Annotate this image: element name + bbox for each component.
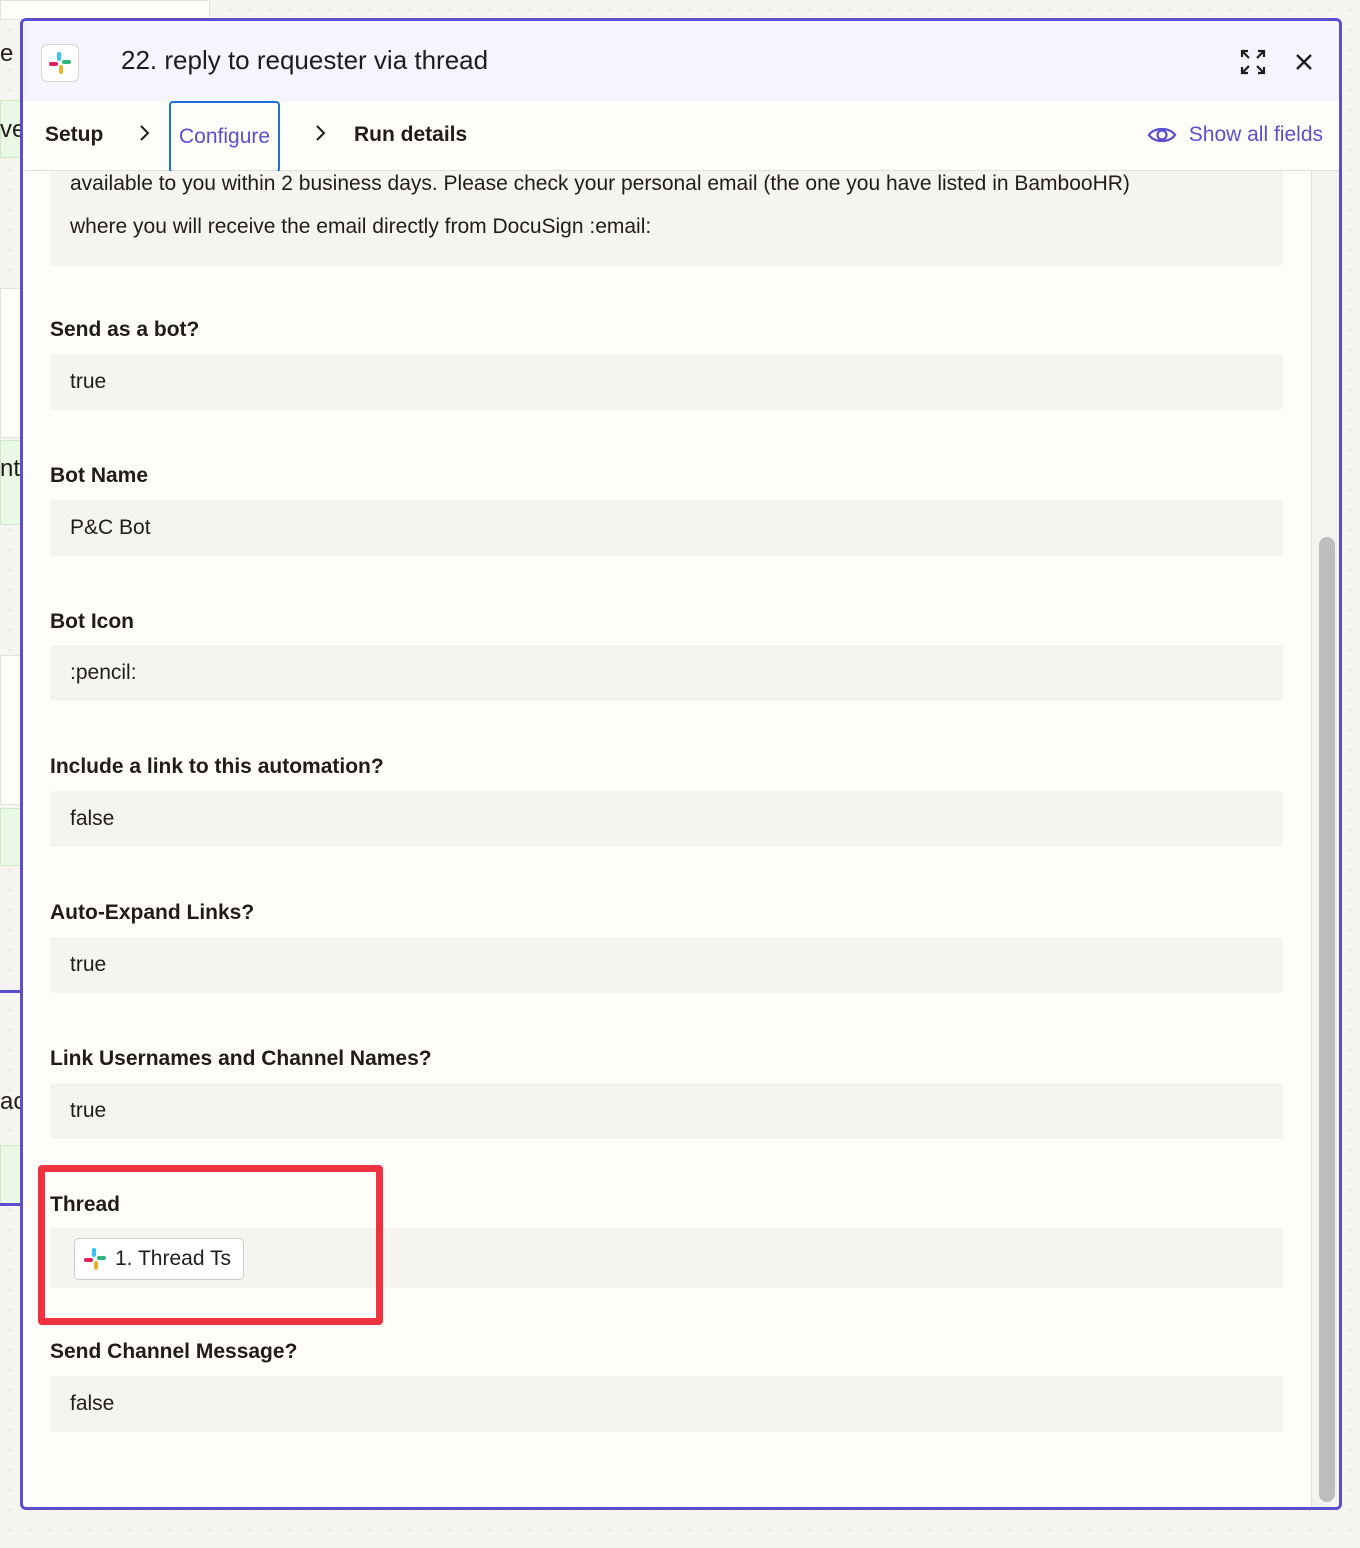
field-value: true xyxy=(70,953,107,976)
bot-icon-field[interactable]: :pencil: xyxy=(50,645,1283,701)
field-value: false xyxy=(70,1392,115,1415)
link-usernames-field[interactable]: true xyxy=(50,1083,1283,1139)
field-label-link-usernames: Link Usernames and Channel Names? xyxy=(50,1047,432,1070)
field-label-send-channel-message: Send Channel Message? xyxy=(50,1340,298,1363)
message-text-line: where you will receive the email directl… xyxy=(70,215,652,238)
field-label-include-link: Include a link to this automation? xyxy=(50,755,384,778)
step-panel: 22. reply to requester via thread Setup … xyxy=(20,18,1342,1510)
expand-icon[interactable] xyxy=(1236,45,1270,79)
field-value: :pencil: xyxy=(70,661,137,684)
highlight-box xyxy=(38,1165,383,1325)
panel-title: 22. reply to requester via thread xyxy=(121,45,489,75)
send-channel-message-field[interactable]: false xyxy=(50,1376,1283,1432)
message-text-line: available to you within 2 business days.… xyxy=(70,172,1130,195)
canvas-node xyxy=(0,1145,22,1205)
bot-name-field[interactable]: P&C Bot xyxy=(50,500,1283,556)
field-label-bot-icon: Bot Icon xyxy=(50,610,134,633)
show-all-fields-button[interactable]: Show all fields xyxy=(1147,123,1323,147)
field-value: false xyxy=(70,807,115,830)
configure-form: available to you within 2 business days.… xyxy=(23,171,1311,1507)
canvas-text: nt xyxy=(0,455,21,482)
tab-run-details[interactable]: Run details xyxy=(354,123,467,147)
step-tabs: Setup Configure Run details Show all fie… xyxy=(23,101,1339,173)
field-label-send-as-bot: Send as a bot? xyxy=(50,318,200,341)
field-value: true xyxy=(70,1099,107,1122)
canvas-node xyxy=(0,655,22,805)
eye-icon xyxy=(1147,127,1177,143)
field-value: P&C Bot xyxy=(70,516,151,539)
canvas-node xyxy=(0,288,22,438)
canvas-connector xyxy=(0,990,22,993)
panel-header: 22. reply to requester via thread xyxy=(23,21,1339,101)
slack-app-icon xyxy=(41,44,79,82)
field-label-auto-expand-links: Auto-Expand Links? xyxy=(50,901,255,924)
scrollbar-track[interactable] xyxy=(1311,171,1339,1507)
send-as-bot-field[interactable]: true xyxy=(50,354,1283,410)
field-value: true xyxy=(70,370,107,393)
canvas-node xyxy=(0,808,22,866)
close-icon[interactable] xyxy=(1287,45,1321,79)
canvas-node xyxy=(0,0,210,20)
field-label-bot-name: Bot Name xyxy=(50,464,149,487)
tab-setup[interactable]: Setup xyxy=(45,123,103,147)
message-text-field[interactable]: available to you within 2 business days.… xyxy=(50,171,1283,266)
tab-configure[interactable]: Configure xyxy=(169,101,281,173)
show-all-fields-label: Show all fields xyxy=(1188,123,1323,146)
scrollbar-thumb[interactable] xyxy=(1319,537,1335,1502)
chevron-right-icon xyxy=(140,125,150,141)
canvas-connector xyxy=(0,1203,22,1206)
chevron-right-icon xyxy=(316,125,326,141)
include-link-field[interactable]: false xyxy=(50,791,1283,847)
auto-expand-links-field[interactable]: true xyxy=(50,937,1283,993)
